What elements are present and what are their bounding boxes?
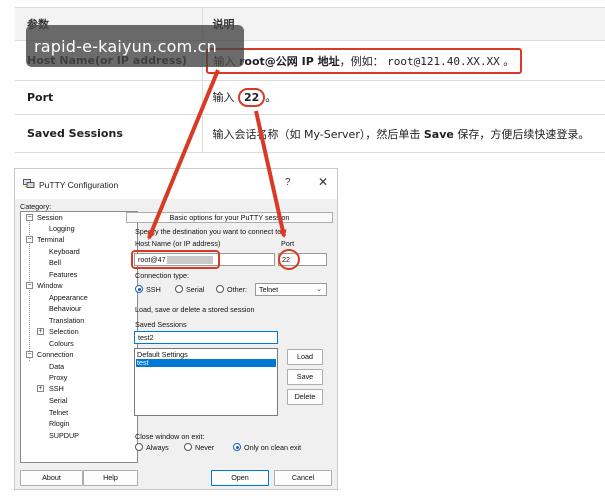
radio-always[interactable]: [135, 443, 143, 451]
tree-item-data[interactable]: Data: [49, 362, 64, 371]
tree-item-translation[interactable]: Translation: [49, 316, 84, 325]
table-row-port: Port 输入 22。: [15, 80, 605, 115]
row-port-param: Port: [15, 80, 202, 115]
host-desc-suffix: 。: [503, 54, 515, 68]
tree-item-window[interactable]: Window: [37, 281, 63, 290]
tree-item-connection[interactable]: Connection: [37, 350, 73, 359]
host-desc-code: root@121.40.XX.XX: [387, 54, 500, 68]
cancel-button[interactable]: Cancel: [274, 470, 332, 486]
radio-serial[interactable]: [175, 285, 183, 293]
watermark-overlay: rapid-e-kaiyun.com.cn: [26, 25, 244, 67]
expander-icon[interactable]: −: [26, 282, 33, 289]
host-desc-highlight: 输入 root@公网 IP 地址，例如： root@121.40.XX.XX 。: [205, 47, 523, 74]
expander-icon[interactable]: +: [37, 328, 44, 335]
tree-item-supdup[interactable]: SUPDUP: [49, 431, 79, 440]
row-port-desc: 输入 22。: [201, 80, 605, 115]
row-host-desc: 输入 root@公网 IP 地址，例如： root@121.40.XX.XX 。: [201, 40, 605, 81]
header-desc: 说明: [201, 7, 605, 41]
panel-title: Basic options for your PuTTY session: [126, 212, 333, 223]
category-tree[interactable]: − Session Logging − Terminal Keyboard Be…: [20, 211, 138, 463]
open-button[interactable]: Open: [211, 470, 269, 486]
radio-other-label[interactable]: Other:: [227, 285, 247, 294]
tree-item-logging[interactable]: Logging: [49, 224, 75, 233]
putty-title-bar: PuTTY Configuration ? ✕: [15, 169, 337, 199]
tree-item-rlogin[interactable]: Rlogin: [49, 419, 69, 428]
radio-ssh[interactable]: [135, 285, 143, 293]
port-desc-prefix: 输入: [212, 91, 235, 104]
putty-window: PuTTY Configuration ? ✕ Category: − Sess…: [14, 168, 338, 490]
radio-ssh-label[interactable]: SSH: [146, 285, 161, 294]
row-sessions-desc: 输入会话名称（如 My-Server），然后单击 Save 保存，方便后续快速登…: [201, 114, 605, 153]
row-sessions-param: Saved Sessions: [15, 114, 202, 153]
list-item[interactable]: test: [136, 359, 276, 367]
conn-type-label: Connection type:: [135, 271, 189, 280]
saved-sessions-value: test2: [138, 333, 154, 342]
sessions-desc-suffix: 保存，方便后续快速登录。: [457, 127, 590, 141]
tree-item-appearance[interactable]: Appearance: [49, 293, 88, 302]
radio-other[interactable]: [216, 285, 224, 293]
about-button[interactable]: About: [20, 470, 83, 486]
other-protocol-value: Telnet: [259, 285, 279, 294]
radio-never-label[interactable]: Never: [195, 443, 214, 452]
sessions-group-label: Load, save or delete a stored session: [135, 305, 255, 314]
putty-app-icon: [23, 179, 35, 188]
expander-icon[interactable]: +: [37, 385, 44, 392]
expander-icon[interactable]: −: [26, 236, 33, 243]
radio-clean-exit[interactable]: [233, 443, 241, 451]
table-row-sessions: Saved Sessions 输入会话名称（如 My-Server），然后单击 …: [15, 114, 605, 153]
tree-item-keyboard[interactable]: Keyboard: [49, 247, 80, 256]
help-button[interactable]: Help: [83, 470, 138, 486]
category-label: Category:: [20, 202, 52, 211]
sessions-desc-bold: Save: [423, 127, 454, 141]
delete-button[interactable]: Delete: [287, 389, 323, 405]
sessions-list[interactable]: Default Settings test: [134, 348, 278, 416]
load-button[interactable]: Load: [287, 349, 323, 365]
tree-item-terminal[interactable]: Terminal: [37, 235, 64, 244]
tree-item-behaviour[interactable]: Behaviour: [49, 304, 81, 313]
close-icon[interactable]: ✕: [318, 175, 328, 189]
tree-item-telnet[interactable]: Telnet: [49, 408, 68, 417]
tree-item-features[interactable]: Features: [49, 270, 77, 279]
port-desc-suffix: 。: [265, 91, 277, 104]
radio-clean-exit-label[interactable]: Only on clean exit: [244, 443, 301, 452]
saved-sessions-label: Saved Sessions: [135, 320, 187, 329]
help-icon[interactable]: ?: [285, 177, 291, 188]
radio-never[interactable]: [184, 443, 192, 451]
host-desc-mid: ，例如：: [339, 54, 384, 68]
tree-item-selection[interactable]: Selection: [49, 327, 79, 336]
tree-item-bell[interactable]: Bell: [49, 258, 61, 267]
sessions-desc-prefix: 输入会话名称（如 My-Server），然后单击: [212, 127, 421, 141]
port-desc-value: 22: [238, 88, 266, 107]
host-desc-bold: root@公网 IP 地址: [239, 54, 340, 68]
tree-item-serial[interactable]: Serial: [49, 396, 67, 405]
chevron-down-icon: ⌄: [316, 286, 322, 293]
list-item[interactable]: Default Settings: [136, 351, 276, 359]
expander-icon[interactable]: −: [26, 214, 33, 221]
host-label: Host Name (or IP address): [135, 239, 221, 248]
expander-icon[interactable]: −: [26, 351, 33, 358]
tree-item-colours[interactable]: Colours: [49, 339, 74, 348]
close-on-exit-label: Close window on exit:: [135, 432, 205, 441]
port-label: Port: [281, 239, 295, 248]
tree-item-ssh[interactable]: SSH: [49, 384, 64, 393]
tree-item-session[interactable]: Session: [37, 213, 63, 222]
radio-always-label[interactable]: Always: [146, 443, 169, 452]
destination-label: Specify the destination you want to conn…: [135, 227, 282, 236]
other-protocol-select[interactable]: Telnet ⌄: [255, 283, 327, 296]
putty-title: PuTTY Configuration: [39, 180, 119, 190]
saved-sessions-input[interactable]: test2: [134, 331, 278, 344]
tree-item-proxy[interactable]: Proxy: [49, 373, 67, 382]
port-highlight-ring: [278, 249, 300, 270]
save-button[interactable]: Save: [287, 369, 323, 385]
host-highlight-ring: [131, 250, 220, 269]
radio-serial-label[interactable]: Serial: [186, 285, 204, 294]
